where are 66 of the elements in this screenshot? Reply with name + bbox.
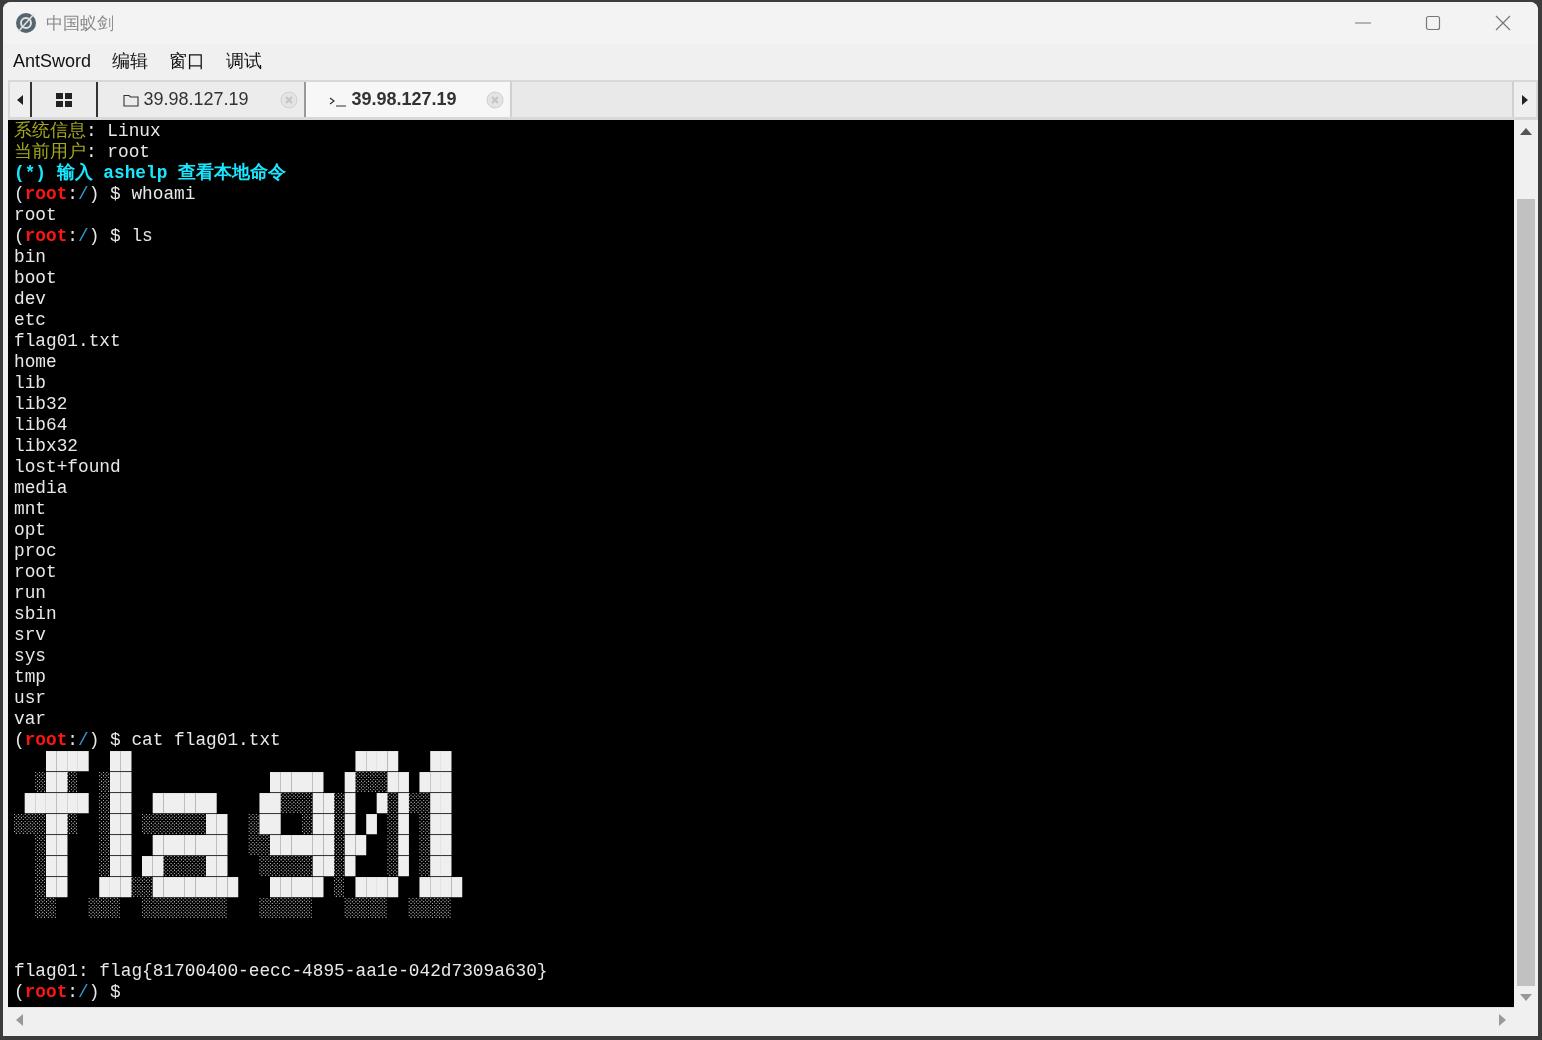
output-line: root — [14, 562, 58, 583]
terminal-panel[interactable] — [8, 120, 1514, 1007]
scroll-left-button[interactable] — [10, 82, 30, 117]
output-line: lost+found — [14, 457, 122, 478]
output-line: flag01: flag{81700400-eecc-4895-aa1e-042d7309a630} — [14, 961, 549, 982]
ascii-art-line: ████ ██ ████ ██ — [46, 751, 453, 772]
window-title: 中国蚁剑 — [46, 11, 114, 35]
prompt-line: (root:/) $ — [14, 982, 122, 1003]
output-line: dev — [14, 289, 47, 310]
output-line: var — [14, 709, 47, 730]
output-line: opt — [14, 520, 47, 541]
app-logo-icon — [15, 12, 37, 34]
caret-right-icon — [1499, 1014, 1506, 1026]
menu-item[interactable]: 编辑 — [110, 49, 151, 73]
output-line: flag01.txt — [14, 331, 122, 352]
output-line: lib64 — [14, 415, 69, 436]
caret-down-icon — [1520, 994, 1532, 1001]
caret-right-icon — [1522, 94, 1528, 105]
output-line: root — [14, 205, 58, 226]
scroll-right-button[interactable] — [1512, 82, 1536, 117]
prompt-line: (root:/) $ whoami — [14, 184, 197, 205]
output-line: proc — [14, 541, 58, 562]
menu-item[interactable]: 调试 — [224, 49, 265, 73]
caret-left-icon — [16, 1014, 23, 1026]
output-line: media — [14, 478, 69, 499]
output-line: lib32 — [14, 394, 69, 415]
output-line: sys — [14, 646, 47, 667]
output-line: boot — [14, 268, 58, 289]
output-line: etc — [14, 310, 47, 331]
scroll-thumb[interactable] — [1517, 199, 1535, 986]
minimize-icon — [1355, 22, 1371, 24]
tab-close-button[interactable] — [486, 91, 504, 109]
tab[interactable]: 39.98.127.19 — [304, 82, 512, 117]
maximize-icon — [1425, 15, 1441, 31]
ascii-art-line: ██████ ░██ ██████ ██░░░██░█ █░█░░██ — [24, 793, 453, 814]
caret-up-icon — [1520, 128, 1532, 135]
output-line: home — [14, 352, 58, 373]
output-line: sbin — [14, 604, 58, 625]
hint-line: (*) 输入 ashelp 查看本地命令 — [14, 163, 288, 184]
output-line: libx32 — [14, 436, 80, 457]
output-line: mnt — [14, 499, 47, 520]
ascii-art-line: ░██ ░██ ███████ ░░██████░██ ░█ ░██ — [35, 835, 452, 856]
ascii-art-line: ░██ ███░░████████ █████ ░ ████ ████ — [34, 877, 464, 898]
output-line: run — [14, 583, 47, 604]
ascii-art-line: ░░░██░ ░██ ░░░░░░██ ░██ ░██░█ █ ░█ ░██ — [14, 814, 453, 835]
menu-item[interactable]: AntSword — [11, 50, 94, 72]
output-line: lib — [14, 373, 47, 394]
ascii-art-line: ░██ ░██ ██░░░░██ ░░░░░██░█ ░█ ░██ — [34, 856, 453, 877]
prompt-line: (root:/) $ cat flag01.txt — [14, 730, 282, 751]
ascii-art-line: ░░ ░░░ ░░░░░░░░ ░░░░░ ░░░░ ░░░░ — [34, 898, 452, 919]
output-line: usr — [14, 688, 47, 709]
info-line: 当前用户: root — [14, 142, 152, 162]
folder-icon — [123, 92, 140, 107]
grid-icon — [56, 92, 72, 107]
close-icon — [486, 91, 504, 109]
output-line: tmp — [14, 667, 47, 688]
output-line: srv — [14, 625, 47, 646]
output-line: bin — [14, 247, 47, 268]
prompt-line: (root:/) $ ls — [14, 226, 154, 247]
close-icon — [1495, 15, 1511, 31]
ascii-art-line: ░██░ ░██ █████ █░░░██ ███ — [34, 772, 453, 793]
tab-close-button[interactable] — [280, 91, 298, 109]
info-line: 系统信息: Linux — [14, 121, 162, 142]
close-icon — [280, 91, 298, 109]
menu-item[interactable]: 窗口 — [167, 49, 208, 73]
caret-left-icon — [17, 94, 23, 105]
